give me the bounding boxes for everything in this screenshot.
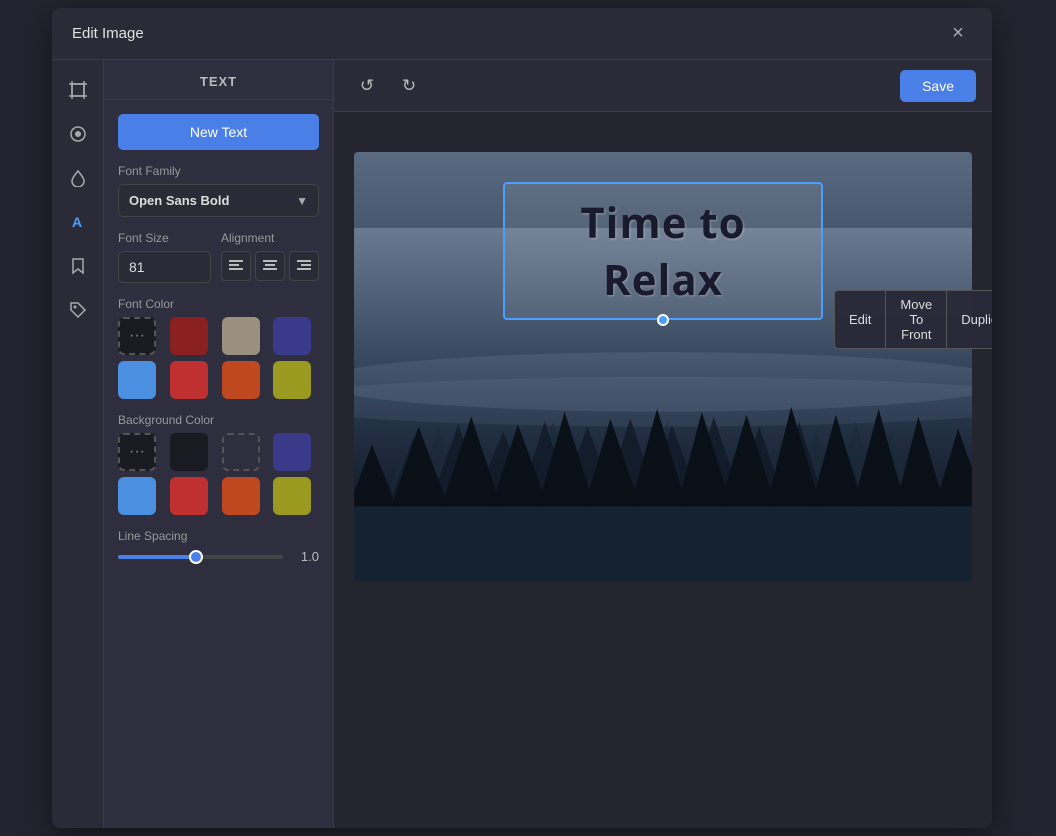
align-right-button[interactable] xyxy=(289,251,319,281)
font-color-grid: ··· xyxy=(118,317,319,399)
tag-icon-btn[interactable] xyxy=(60,292,96,328)
text-icon-btn[interactable]: A xyxy=(60,204,96,240)
bg-color-label: Background Color xyxy=(118,413,319,427)
bg-color-orange[interactable] xyxy=(222,477,260,515)
modal-body: A TEXT New Text xyxy=(52,60,992,828)
align-center-button[interactable] xyxy=(255,251,285,281)
overlay-text-content: Time to Relax xyxy=(525,194,801,308)
duplicate-context-button[interactable]: Duplicate xyxy=(946,290,992,349)
font-size-section: Font Size xyxy=(118,231,211,283)
edit-context-button[interactable]: Edit xyxy=(834,290,885,349)
alignment-buttons xyxy=(221,251,319,281)
bookmark-icon-btn[interactable] xyxy=(60,248,96,284)
canvas-area: Edit Move To Front Duplicate Delete xyxy=(334,112,992,828)
image-canvas: Time to Relax xyxy=(354,152,972,582)
line-spacing-value: 1.0 xyxy=(291,549,319,564)
line-spacing-thumb[interactable] xyxy=(189,550,203,564)
bg-color-grid: ··· xyxy=(118,433,319,515)
font-color-orange[interactable] xyxy=(222,361,260,399)
chevron-down-icon: ▼ xyxy=(296,194,308,208)
new-text-button[interactable]: New Text xyxy=(118,114,319,150)
panel-content: New Text Font Family Open Sans Bold ▼ Fo… xyxy=(104,100,333,578)
panel-header: TEXT xyxy=(104,60,333,100)
font-color-blue[interactable] xyxy=(118,361,156,399)
modal-header: Edit Image × xyxy=(52,8,992,60)
toolbar-area: ↺ ↻ Save xyxy=(334,60,992,112)
font-color-label: Font Color xyxy=(118,297,319,311)
icon-strip: A xyxy=(52,60,104,828)
font-family-value: Open Sans Bold xyxy=(129,193,229,208)
text-overlay[interactable]: Time to Relax xyxy=(503,182,823,320)
font-family-section: Font Family Open Sans Bold ▼ xyxy=(118,164,319,217)
bg-color-blue[interactable] xyxy=(118,477,156,515)
drop-icon-btn[interactable] xyxy=(60,160,96,196)
font-size-input[interactable] xyxy=(118,251,211,283)
modal-title: Edit Image xyxy=(72,25,144,42)
font-color-section: Font Color ··· xyxy=(118,297,319,399)
line-spacing-fill xyxy=(118,555,192,559)
line-spacing-row: 1.0 xyxy=(118,549,319,564)
paint-icon-btn[interactable] xyxy=(60,116,96,152)
font-color-red[interactable] xyxy=(170,361,208,399)
redo-button[interactable]: ↻ xyxy=(392,69,426,103)
edit-image-modal: Edit Image × xyxy=(52,8,992,828)
bg-color-navy[interactable] xyxy=(273,433,311,471)
bg-color-black[interactable] xyxy=(170,433,208,471)
bg-color-more[interactable]: ··· xyxy=(118,433,156,471)
align-left-button[interactable] xyxy=(221,251,251,281)
line-spacing-section: Line Spacing 1.0 xyxy=(118,529,319,564)
alignment-section: Alignment xyxy=(221,231,319,281)
font-color-yellow[interactable] xyxy=(273,361,311,399)
font-color-tan[interactable] xyxy=(222,317,260,355)
line-spacing-label: Line Spacing xyxy=(118,529,319,543)
font-family-label: Font Family xyxy=(118,164,319,178)
font-size-label: Font Size xyxy=(118,231,211,245)
context-menu: Edit Move To Front Duplicate Delete xyxy=(834,290,992,349)
font-color-more[interactable]: ··· xyxy=(118,317,156,355)
text-panel: TEXT New Text Font Family Open Sans Bold… xyxy=(104,60,334,828)
bg-color-yellow[interactable] xyxy=(273,477,311,515)
undo-button[interactable]: ↺ xyxy=(350,69,384,103)
font-family-select[interactable]: Open Sans Bold ▼ xyxy=(118,184,319,217)
line-spacing-track[interactable] xyxy=(118,555,283,559)
alignment-label: Alignment xyxy=(221,231,319,245)
forest-background: Time to Relax xyxy=(354,152,972,582)
crop-icon-btn[interactable] xyxy=(60,72,96,108)
bg-color-red[interactable] xyxy=(170,477,208,515)
close-button[interactable]: × xyxy=(944,20,972,48)
bg-color-transparent[interactable] xyxy=(222,433,260,471)
svg-text:A: A xyxy=(72,214,82,230)
font-color-darkred[interactable] xyxy=(170,317,208,355)
move-to-front-context-button[interactable]: Move To Front xyxy=(885,290,946,349)
font-color-navy[interactable] xyxy=(273,317,311,355)
font-size-alignment-row: Font Size Alignment xyxy=(118,231,319,283)
bg-color-section: Background Color ··· xyxy=(118,413,319,515)
save-button[interactable]: Save xyxy=(900,70,976,102)
resize-handle[interactable] xyxy=(657,314,669,326)
canvas-wrapper: ↺ ↻ Save Edit Move To Front Duplicate De… xyxy=(334,60,992,828)
